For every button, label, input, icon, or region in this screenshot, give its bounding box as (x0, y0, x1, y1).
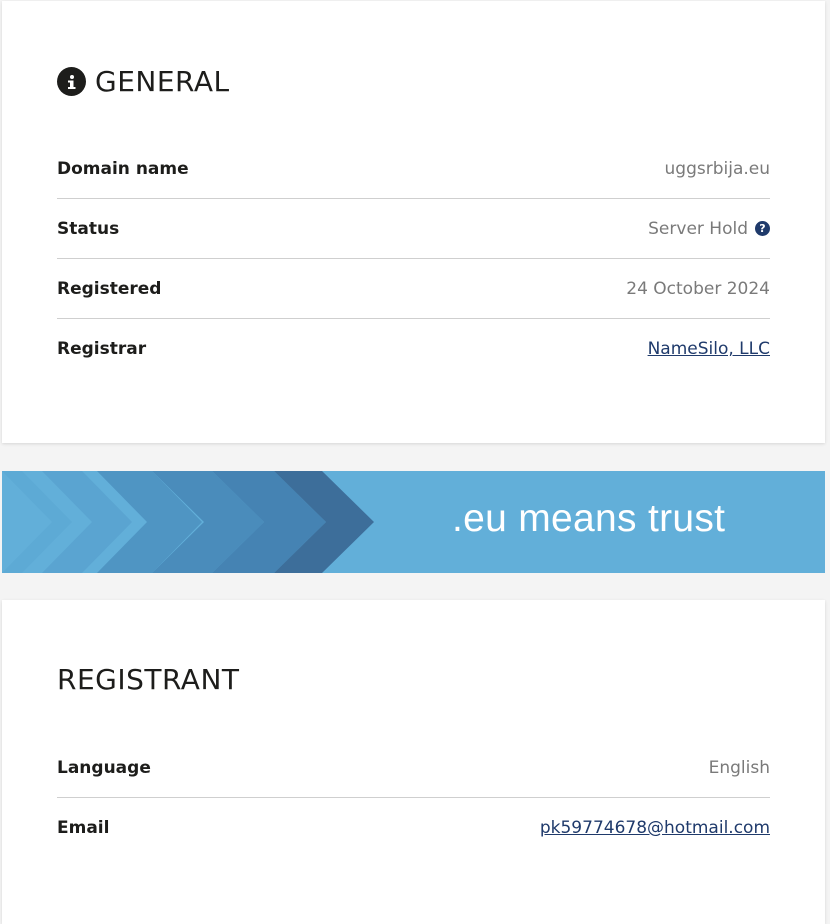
domain-name-value: uggsrbija.eu (664, 158, 771, 179)
registered-label: Registered (57, 278, 162, 299)
status-label: Status (57, 218, 120, 239)
general-rows: Domain name uggsrbija.eu Status Server H… (57, 139, 770, 379)
general-card: GENERAL Domain name uggsrbija.eu Status … (2, 1, 825, 443)
help-icon[interactable]: ? (755, 221, 770, 236)
row-registered: Registered 24 October 2024 (57, 259, 770, 319)
banner-text: .eu means trust (452, 497, 726, 540)
email-link[interactable]: pk59774678@hotmail.com (540, 818, 770, 838)
row-domain-name: Domain name uggsrbija.eu (57, 139, 770, 199)
row-email: Email pk59774678@hotmail.com (57, 798, 770, 858)
email-value: pk59774678@hotmail.com (540, 818, 770, 838)
row-language: Language English (57, 738, 770, 798)
general-title-text: GENERAL (95, 65, 230, 98)
language-value: English (708, 757, 770, 778)
registrar-link[interactable]: NameSilo, LLC (648, 339, 770, 359)
email-label: Email (57, 818, 110, 838)
general-title: GENERAL (57, 65, 230, 98)
status-value: Server Hold ? (648, 219, 770, 239)
eu-trust-banner[interactable]: .eu means trust (2, 471, 825, 573)
row-status: Status Server Hold ? (57, 199, 770, 259)
info-icon (57, 67, 86, 96)
registrar-label: Registrar (57, 339, 147, 359)
registered-value: 24 October 2024 (626, 278, 770, 299)
registrant-rows: Language English Email pk59774678@hotmai… (57, 738, 770, 858)
registrant-card: REGISTRANT Language English Email pk5977… (2, 600, 825, 924)
status-value-text: Server Hold (648, 218, 748, 239)
registrar-value: NameSilo, LLC (648, 339, 770, 359)
domain-name-label: Domain name (57, 158, 189, 179)
registrant-title: REGISTRANT (57, 663, 240, 696)
row-registrar: Registrar NameSilo, LLC (57, 319, 770, 379)
language-label: Language (57, 757, 151, 778)
